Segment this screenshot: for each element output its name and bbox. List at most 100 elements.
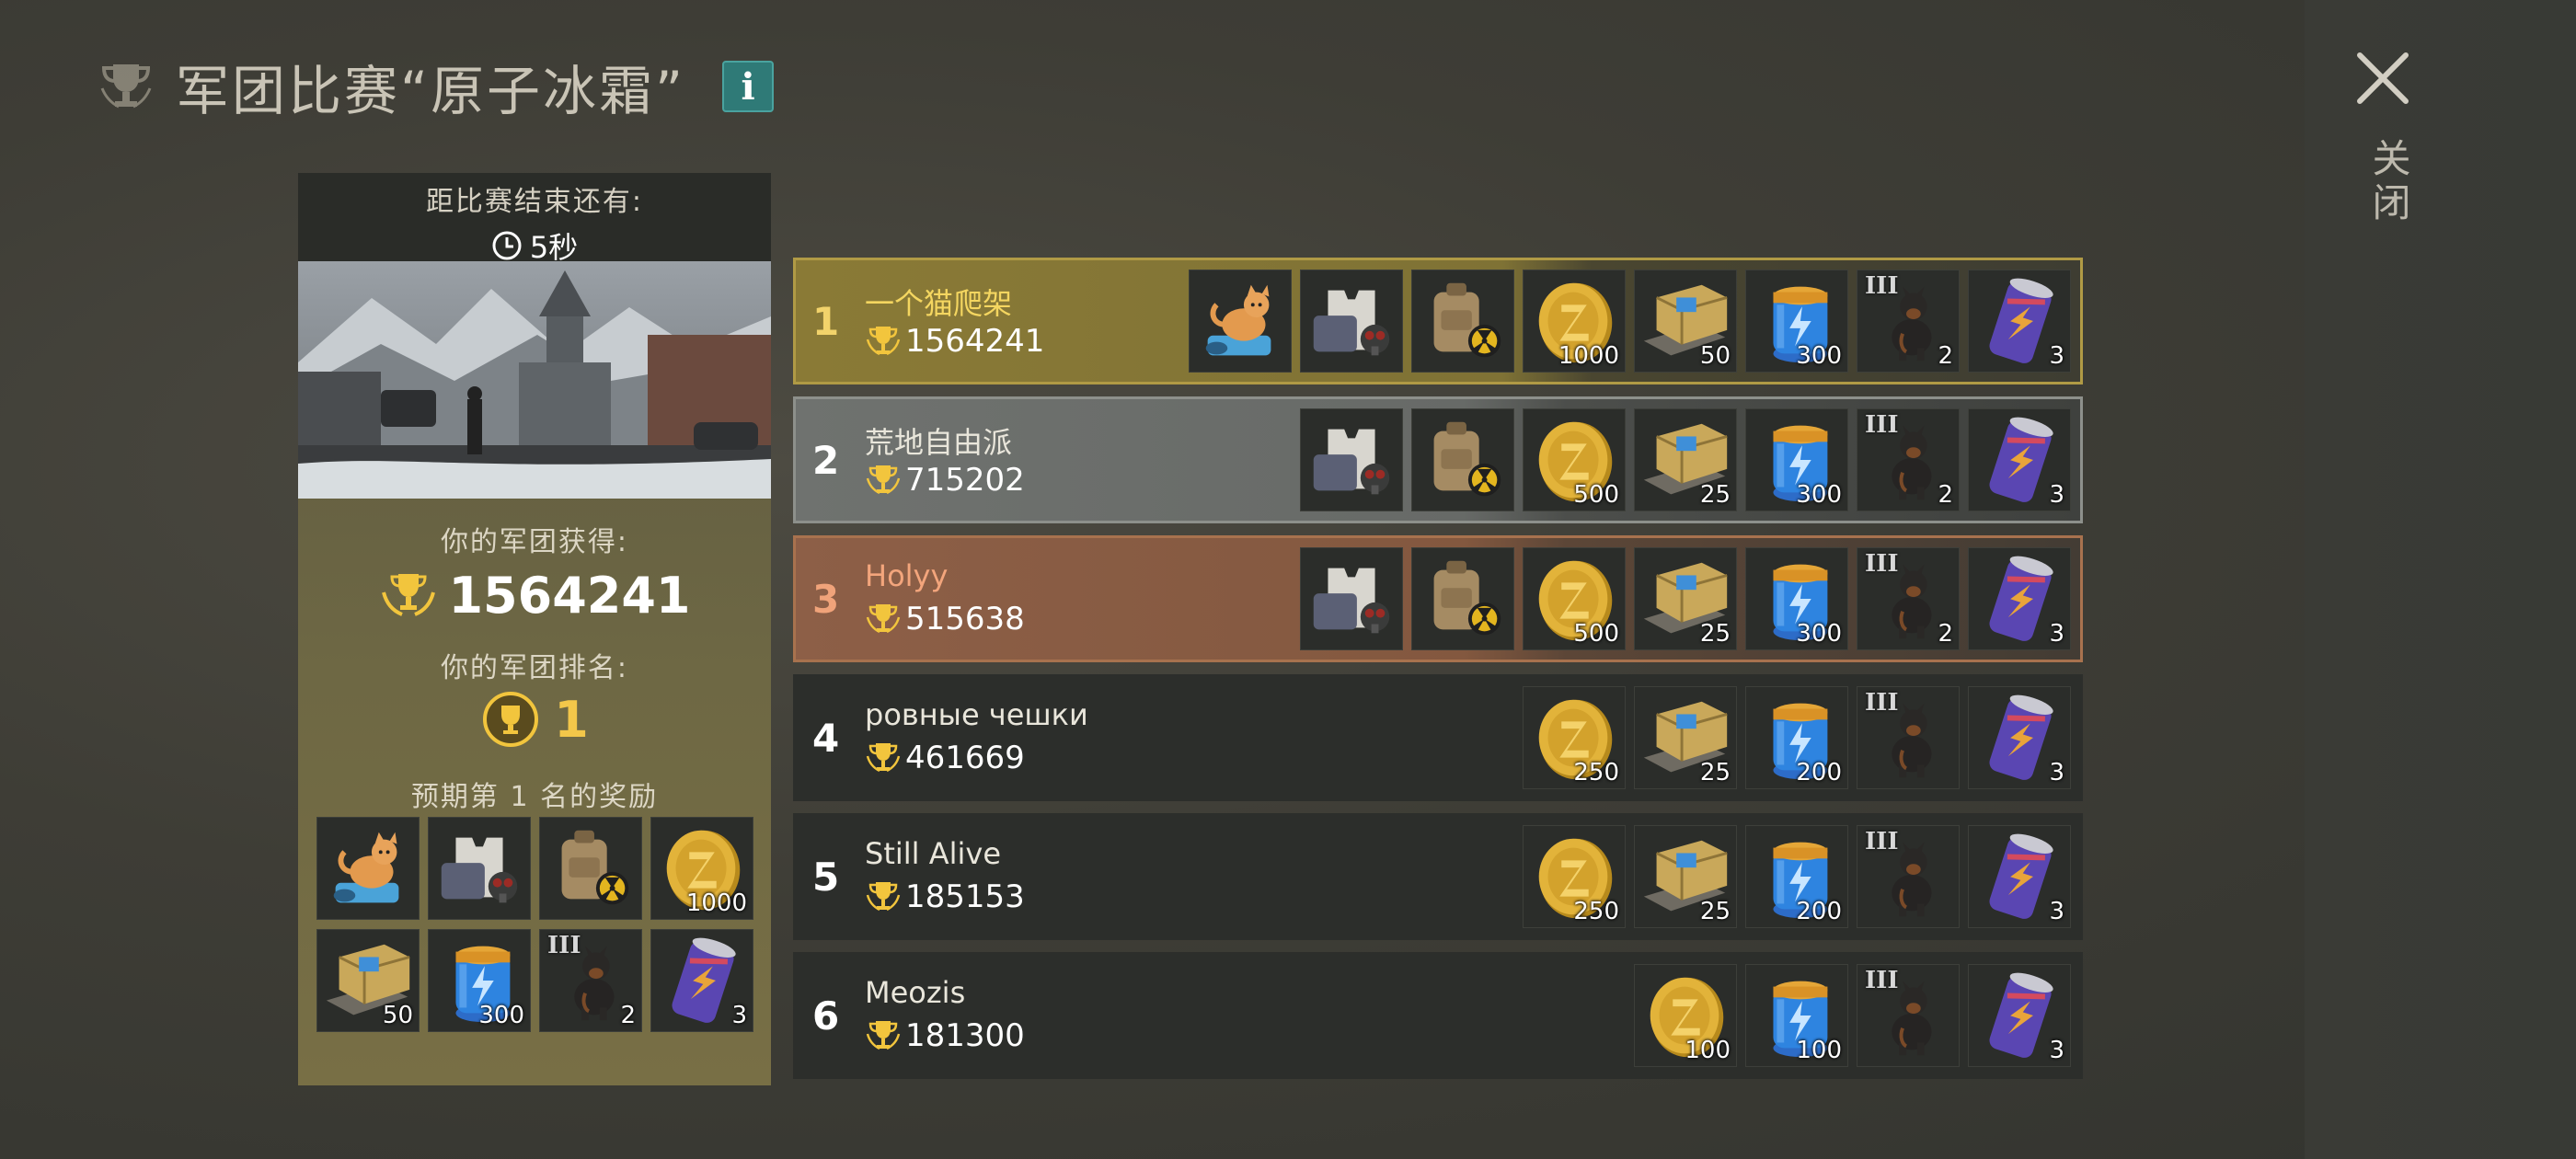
score-value: 185153 [905,878,1025,915]
rank-number: 4 [812,715,840,761]
legion-name: Still Alive [865,836,1001,871]
reward-item[interactable]: 1000 [650,817,753,920]
item-quantity: 3 [2049,342,2064,370]
reward-item[interactable] [316,817,420,920]
trophy-laurel-icon [382,573,436,616]
reward-item[interactable]: 25 [1634,547,1737,650]
reward-item[interactable]: III [1857,825,1960,928]
earned-label: 你的军团获得: [440,526,629,558]
item-quantity: 25 [1699,620,1731,648]
earned-value: 1564241 [448,567,691,625]
legion-score: 515638 [865,601,1025,637]
reward-item[interactable]: III [1857,964,1960,1067]
leaderboard-row[interactable]: 4 ровные чешки 461669 250 25 200 III 3 [793,674,2083,801]
reward-item[interactable] [539,817,642,920]
reward-item[interactable] [1411,270,1514,373]
reward-item[interactable]: III [1857,686,1960,789]
score-value: 515638 [905,601,1025,637]
reward-item[interactable]: 500 [1523,408,1626,511]
backpack-icon [561,830,629,905]
trophy-icon [100,64,152,109]
reward-item[interactable] [428,817,531,920]
row-rewards: 250 25 200 III 3 [1523,686,2071,789]
reward-item[interactable] [1300,408,1403,511]
leaderboard: 1 一个猫爬架 1564241 1000 50 300 III 2 3 2 荒地自由派 715202 5… [793,258,2083,1091]
reward-item[interactable]: III 2 [1857,547,1960,650]
reward-item[interactable]: 3 [1968,270,2071,373]
vest-gasmask-icon [1313,290,1390,356]
reward-item[interactable]: III 2 [1857,408,1960,511]
reward-item[interactable] [1300,547,1403,650]
reward-item[interactable]: 3 [1968,547,2071,650]
row-rewards: 1000 50 300 III 2 3 [1189,270,2071,373]
legion-score: 461669 [865,740,1025,776]
close-label[interactable]: 关闭 [2361,138,2417,226]
rank-value: 1 [554,690,589,749]
reward-item[interactable]: 250 [1523,825,1626,928]
rank-label: 你的军团排名: [440,652,629,684]
item-quantity: 100 [1685,1037,1731,1064]
legion-rank: 1 [298,689,771,750]
row-rewards: 500 25 300 III 2 3 [1300,408,2071,511]
reward-item[interactable]: 300 [428,929,531,1032]
item-quantity: 500 [1573,620,1619,648]
legion-name: ровные чешки [865,697,1088,732]
reward-item[interactable]: 3 [1968,408,2071,511]
reward-item[interactable]: 300 [1745,408,1848,511]
reward-item[interactable]: 200 [1745,686,1848,789]
rank-number: 2 [812,437,840,483]
leaderboard-row[interactable]: 5 Still Alive 185153 250 25 200 III 3 [793,813,2083,940]
item-quantity: 2 [1938,481,1953,509]
item-quantity: 3 [2049,898,2064,925]
item-quantity: 500 [1573,481,1619,509]
reward-item[interactable] [1189,270,1292,373]
reward-item[interactable]: 250 [1523,686,1626,789]
trophy-icon [866,604,901,634]
reward-item[interactable]: 300 [1745,270,1848,373]
reward-item[interactable]: 100 [1634,964,1737,1067]
leaderboard-row[interactable]: 2 荒地自由派 715202 500 25 300 III 2 3 [793,396,2083,523]
reward-item[interactable]: 50 [316,929,420,1032]
item-quantity: 200 [1796,759,1842,786]
reward-item[interactable]: 300 [1745,547,1848,650]
reward-item[interactable]: 200 [1745,825,1848,928]
score-value: 715202 [905,462,1025,499]
reward-item[interactable]: 3 [1968,686,2071,789]
reward-item[interactable]: 3 [1968,964,2071,1067]
item-quantity: 250 [1573,898,1619,925]
info-button[interactable]: i [722,61,775,112]
reward-item[interactable]: 3 [650,929,753,1032]
row-rewards: 500 25 300 III 2 3 [1300,547,2071,650]
reward-item[interactable]: III 2 [539,929,642,1032]
legion-name: Holyy [865,558,949,593]
leaderboard-row[interactable]: 6 Meozis 181300 100 100 III 3 [793,952,2083,1079]
reward-item[interactable]: 500 [1523,547,1626,650]
item-quantity: 50 [382,1002,413,1029]
tier-label: III [1865,411,1899,439]
reward-item[interactable] [1300,270,1403,373]
reward-item[interactable]: III 2 [1857,270,1960,373]
reward-item[interactable]: 3 [1968,825,2071,928]
item-quantity: 2 [1938,620,1953,648]
leaderboard-row[interactable]: 1 一个猫爬架 1564241 1000 50 300 III 2 3 [793,258,2083,384]
reward-item[interactable]: 50 [1634,270,1737,373]
legion-score: 185153 [865,878,1025,915]
reward-item[interactable]: 1000 [1523,270,1626,373]
rank-badge-icon [483,692,539,747]
reward-item[interactable]: 100 [1745,964,1848,1067]
leaderboard-row[interactable]: 3 Holyy 515638 500 25 300 III 2 3 [793,535,2083,662]
timer-label: 距比赛结束还有: [425,186,644,218]
reward-item[interactable]: 25 [1634,408,1737,511]
item-quantity: 300 [1796,342,1842,370]
reward-item[interactable]: 25 [1634,686,1737,789]
item-quantity: 300 [1796,481,1842,509]
reward-item[interactable] [1411,408,1514,511]
item-quantity: 25 [1699,898,1731,925]
close-icon[interactable] [2351,46,2415,110]
legion-score: 181300 [865,1017,1025,1054]
reward-item[interactable]: 25 [1634,825,1737,928]
reward-item[interactable] [1411,547,1514,650]
tier-label: III [1865,550,1899,578]
legion-name: 荒地自由派 [865,425,1013,460]
score-value: 181300 [905,1017,1025,1054]
